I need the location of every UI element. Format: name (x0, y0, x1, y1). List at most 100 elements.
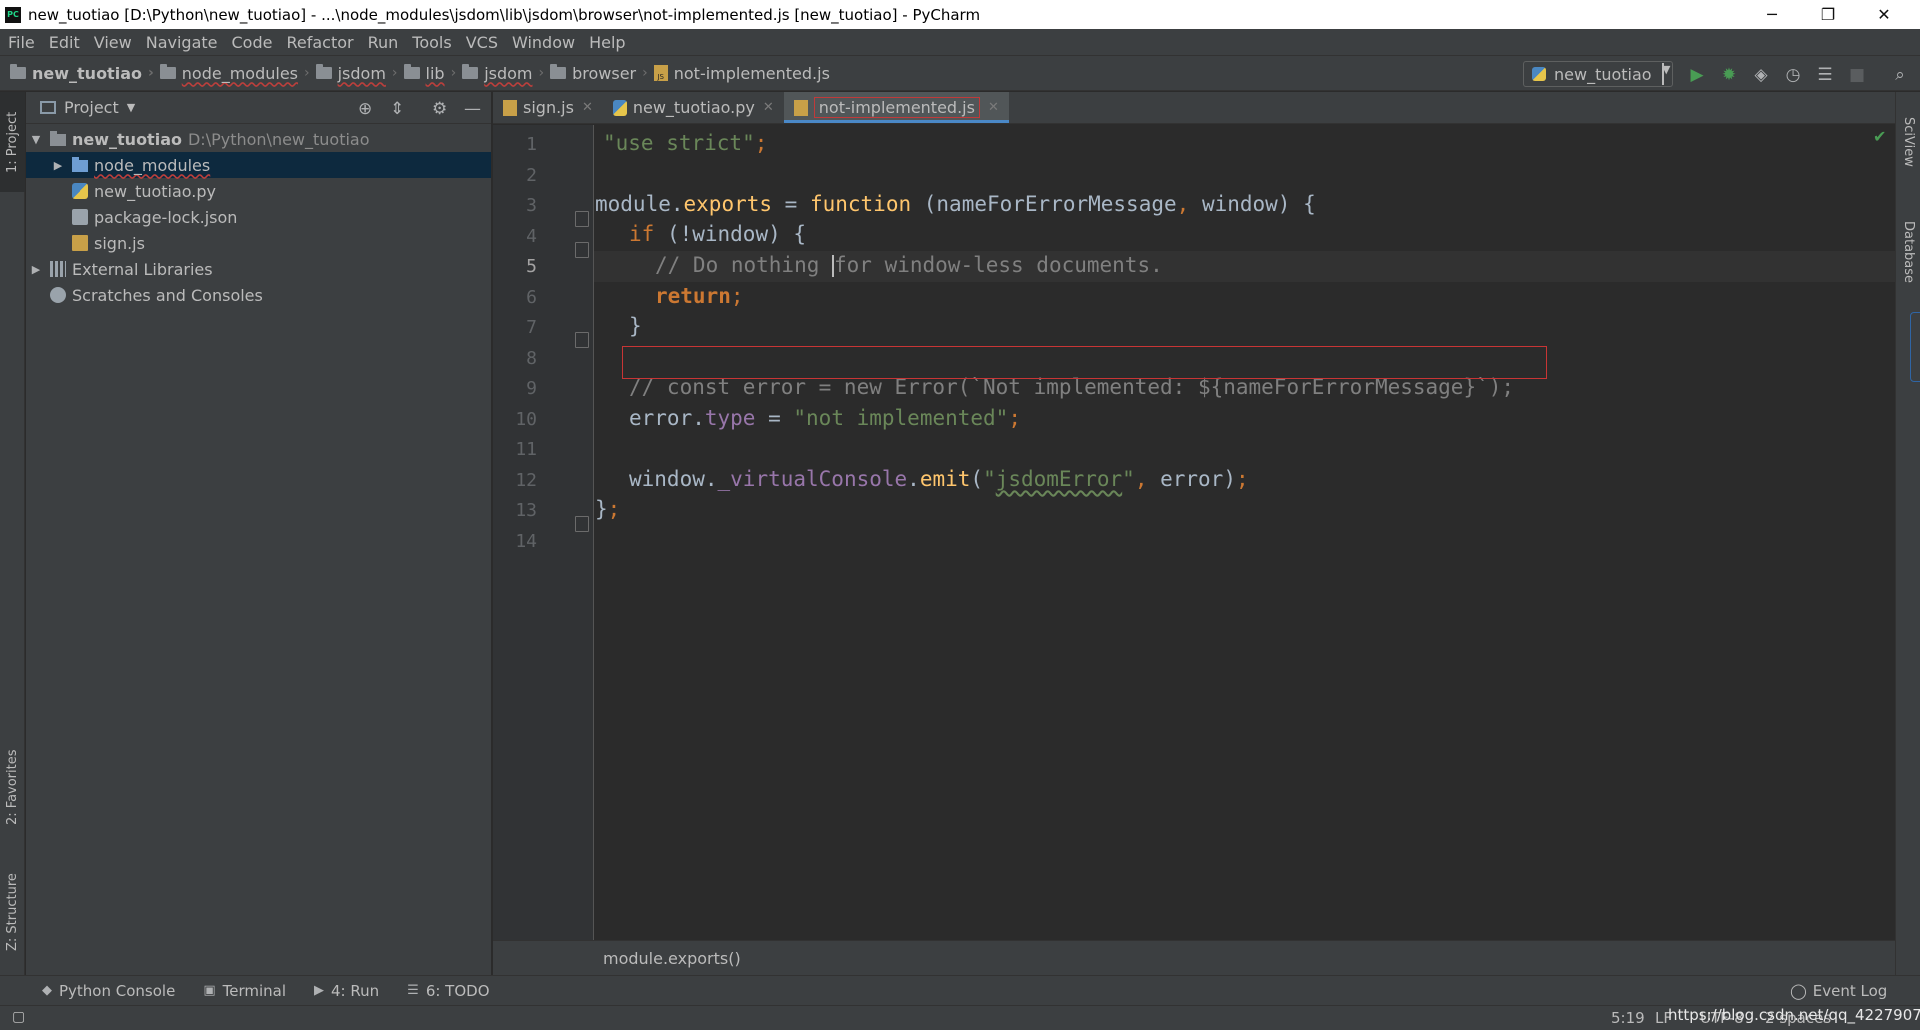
breadcrumb-file[interactable]: JS not-implemented.js (653, 63, 830, 83)
profile-icon[interactable]: ◷ (1783, 65, 1803, 85)
breadcrumb-node-modules[interactable]: node_modules › (159, 64, 316, 83)
close-icon[interactable]: ✕ (763, 100, 774, 115)
line-number: 14 (515, 531, 537, 552)
tree-item-package-lock-json[interactable]: package-lock.json (26, 204, 491, 230)
collapse-all-icon[interactable]: ⇕ (390, 99, 404, 119)
breadcrumb-label: not-implemented.js (673, 63, 830, 83)
tab-sciview[interactable]: SciView (1896, 102, 1920, 182)
tree-item-external-libraries[interactable]: ▶ External Libraries (26, 256, 491, 282)
menu-help[interactable]: Help (589, 33, 625, 52)
code-ident: exports (683, 192, 773, 216)
tab-label: not-implemented.js (813, 97, 980, 118)
tool-run[interactable]: ▶ 4: Run (314, 982, 379, 1000)
left-tool-strip: 1: Project 2: Favorites Z: Structure (0, 92, 25, 975)
terminal-icon: ▣ (203, 983, 216, 998)
collapse-arrow-icon[interactable]: ▶ (30, 263, 42, 276)
tab-not-implemented-js[interactable]: not-implemented.js ✕ (783, 92, 1009, 123)
collapse-arrow-icon[interactable]: ▶ (52, 159, 64, 172)
watermark-url: https://blog.csdn.net/qq_42279077 (1668, 1006, 1920, 1024)
tab-favorites[interactable]: 2: Favorites (0, 732, 25, 842)
run-configuration-label: new_tuotiao (1554, 64, 1652, 84)
code-ident: error (629, 406, 693, 430)
project-panel-title[interactable]: Project (64, 98, 119, 117)
menu-view[interactable]: View (94, 33, 132, 52)
line-number: 8 (526, 348, 537, 369)
breadcrumb-jsdom[interactable]: jsdom › (315, 64, 404, 83)
tree-item-sign-js[interactable]: sign.js (26, 230, 491, 256)
expand-arrow-icon[interactable]: ▼ (30, 133, 42, 146)
close-button[interactable]: ✕ (1856, 0, 1912, 29)
locate-icon[interactable]: ⊕ (358, 99, 372, 119)
menu-run[interactable]: Run (368, 33, 399, 52)
tree-item-new-tuotiao-py[interactable]: new_tuotiao.py (26, 178, 491, 204)
code-params: (nameForErrorMessage (911, 192, 1177, 216)
menu-code[interactable]: Code (232, 33, 273, 52)
menu-edit[interactable]: Edit (49, 33, 80, 52)
menu-tools[interactable]: Tools (412, 33, 451, 52)
fold-marker-icon[interactable] (575, 211, 589, 227)
debug-icon[interactable]: ✹ (1719, 65, 1739, 85)
menu-file[interactable]: File (8, 33, 35, 52)
tab-new-tuotiao-py[interactable]: new_tuotiao.py ✕ (603, 92, 784, 123)
maximize-button[interactable]: ❐ (1800, 0, 1856, 29)
fold-marker-icon[interactable] (575, 242, 589, 258)
fold-marker-icon[interactable] (575, 516, 589, 532)
tree-item-scratches[interactable]: Scratches and Consoles (26, 282, 491, 308)
chevron-down-icon[interactable]: ▼ (127, 101, 135, 114)
breadcrumb-label: lib (425, 63, 445, 83)
menu-refactor[interactable]: Refactor (286, 33, 353, 52)
toggle-tool-windows-icon[interactable]: ▢ (12, 1009, 25, 1025)
code-punct: ; (607, 497, 621, 521)
tool-todo[interactable]: ☰ 6: TODO (407, 982, 489, 1000)
code-line-9: // const error = new Error(`Not implemen… (629, 375, 1514, 399)
close-icon[interactable]: ✕ (582, 100, 593, 115)
tab-sciview-label: SciView (1901, 117, 1916, 167)
breadcrumb-lib[interactable]: lib › (403, 63, 463, 83)
code-line-12: window._virtualConsole.emit("jsdomError"… (629, 467, 1249, 491)
minimize-button[interactable]: ─ (1744, 0, 1800, 29)
python-file-icon (72, 183, 88, 199)
menu-vcs[interactable]: VCS (466, 33, 498, 52)
event-log[interactable]: ◯ Event Log (1790, 976, 1887, 1006)
code-expr: error) (1147, 467, 1236, 491)
code-punct: , (1134, 467, 1148, 491)
tree-item-root[interactable]: ▼ new_tuotiao D:\Python\new_tuotiao (26, 126, 491, 152)
search-icon[interactable]: ⌕ (1890, 65, 1910, 85)
tab-structure[interactable]: Z: Structure (0, 857, 25, 967)
tool-terminal[interactable]: ▣ Terminal (203, 982, 286, 1000)
tool-python-console[interactable]: ◆ Python Console (42, 982, 175, 1000)
stop-icon[interactable]: ■ (1847, 65, 1867, 85)
menu-navigate[interactable]: Navigate (146, 33, 218, 52)
breadcrumb-jsdom-2[interactable]: jsdom › (462, 64, 550, 83)
no-problems-check-icon[interactable]: ✔ (1873, 127, 1886, 146)
tool-label: 4: Run (331, 981, 380, 1000)
tree-item-node-modules[interactable]: ▶ node_modules (26, 152, 491, 178)
menu-window[interactable]: Window (512, 33, 575, 52)
editor-breadcrumb[interactable]: module.exports() (493, 940, 1895, 975)
code-string: jsdomError (995, 467, 1123, 491)
status-bar: ▢ 5:19 LF UTF-8 2 spaces https://blog.cs… (0, 1005, 1920, 1030)
run-icon[interactable]: ▶ (1687, 65, 1707, 85)
python-console-icon: ◆ (42, 983, 52, 998)
tool-label: 6: TODO (425, 981, 490, 1000)
breadcrumb-browser[interactable]: browser › (550, 64, 654, 83)
run-configuration-select[interactable]: new_tuotiao ▼ (1523, 61, 1673, 87)
code-punct: . (670, 192, 684, 216)
breadcrumb-project[interactable]: new_tuotiao › (10, 64, 160, 83)
title-bar: PC new_tuotiao [D:\Python\new_tuotiao] -… (0, 0, 1920, 29)
gear-icon[interactable]: ⚙ (432, 99, 447, 119)
coverage-icon[interactable]: ◈ (1751, 65, 1771, 85)
close-icon[interactable]: ✕ (988, 100, 999, 115)
scrollbar-marker[interactable] (1910, 312, 1920, 382)
library-icon (50, 261, 66, 277)
concurrency-icon[interactable]: ☰ (1815, 65, 1835, 85)
fold-marker-icon[interactable] (575, 332, 589, 348)
code-ident: module (595, 192, 671, 216)
caret-position[interactable]: 5:19 (1611, 1009, 1645, 1027)
code-editor[interactable]: 1 2 3 4 5 6 7 8 9 10 11 12 13 14 "use st… (493, 125, 1895, 940)
tab-database[interactable]: Database (1896, 202, 1920, 302)
code-brace: } (595, 497, 608, 521)
tab-sign-js[interactable]: sign.js ✕ (493, 92, 603, 123)
tab-project[interactable]: 1: Project (0, 92, 25, 192)
hide-icon[interactable]: — (464, 99, 481, 119)
